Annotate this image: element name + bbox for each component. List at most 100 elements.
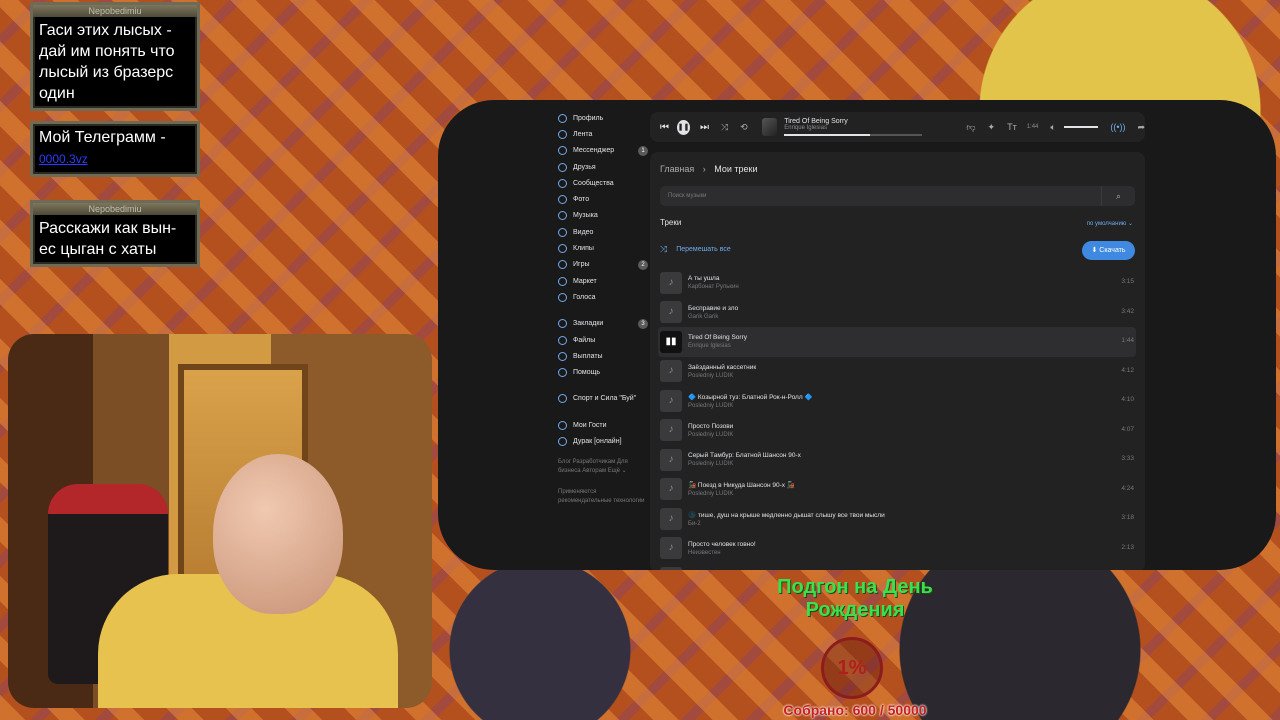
breadcrumb-separator: › xyxy=(702,164,706,174)
chat-text: Мой Телеграмм - xyxy=(39,129,166,146)
sidebar-item[interactable]: Закладки 3 xyxy=(558,316,648,332)
previous-icon[interactable]: ⏮ xyxy=(660,122,669,133)
track-artist[interactable]: Posledniy LUDIK xyxy=(688,491,795,497)
download-button[interactable]: ⬇ Скачать xyxy=(1082,241,1135,260)
playing-icon[interactable]: ▮▮ xyxy=(660,330,682,353)
sidebar-item[interactable]: Видео xyxy=(558,224,648,240)
track-artist[interactable]: Неизвестен xyxy=(688,550,756,556)
sidebar-item[interactable]: Клипы xyxy=(558,240,648,256)
breadcrumb-home[interactable]: Главная xyxy=(660,164,694,174)
track-row[interactable]: ♪ Бесправие и зло Garik Garik 3:42 xyxy=(658,298,1136,328)
sidebar-item-app-durak[interactable]: Дурак [онлайн] xyxy=(558,433,648,449)
player-track-artist[interactable]: Enrique Iglesias xyxy=(784,125,922,131)
sidebar-item[interactable]: Музыка xyxy=(558,208,648,224)
dislike-icon[interactable]: 👎︎ xyxy=(966,122,975,133)
search-icon[interactable]: ⌕ xyxy=(1101,186,1135,206)
track-title[interactable]: Серый Тамбур: Блатной Шансон 90-х xyxy=(688,452,801,459)
volume-slider[interactable] xyxy=(1063,126,1099,128)
sidebar-item[interactable]: Выплаты xyxy=(558,348,648,364)
track-title[interactable]: 🔷 Козырной туз: Блатной Рок-н-Ролл 🔷 xyxy=(688,393,813,401)
track-title[interactable]: 🌑 тише, душ на крыше медленно дышат слыш… xyxy=(688,511,885,519)
music-note-icon[interactable]: ♪ xyxy=(660,478,682,501)
sidebar-item-label: Видео xyxy=(573,228,594,236)
track-artist[interactable]: Posledniy LUDIK xyxy=(688,373,756,379)
next-icon[interactable]: ⏭ xyxy=(700,122,709,133)
chat-link[interactable]: 0000.3vz xyxy=(39,152,88,166)
track-row[interactable]: ♪ 🔷 Козырной туз: Блатной Рок-н-Ролл 🔷 Pos… xyxy=(658,386,1136,416)
track-title[interactable]: А ты ушла xyxy=(688,275,739,282)
track-row[interactable]: ♪ Просто человек говно! Неизвестен 2:13 xyxy=(658,534,1136,564)
track-artist[interactable]: Би-2 xyxy=(688,521,885,527)
track-artist[interactable]: Карбонат Рулькин xyxy=(688,284,739,290)
track-row[interactable]: ♪ 🌑 тише, душ на крыше медленно дышат слы… xyxy=(658,504,1136,534)
sidebar-footer-links[interactable]: Блог Разработчикам Для бизнеса Авторам Е… xyxy=(558,458,648,476)
music-note-icon[interactable]: ♪ xyxy=(660,537,682,560)
progress-bar[interactable] xyxy=(784,134,923,136)
sort-dropdown[interactable]: по умолчанию ⌄ xyxy=(1087,220,1133,227)
sidebar-item[interactable]: Фото xyxy=(558,191,648,207)
sidebar-item[interactable]: Друзья xyxy=(558,159,648,175)
sidebar-item[interactable]: Мессенджер 1 xyxy=(558,143,648,159)
chat-author: Nepobedimiu xyxy=(33,203,197,215)
music-note-icon[interactable]: ♪ xyxy=(660,448,682,471)
music-note-icon[interactable]: ♪ xyxy=(660,360,682,383)
track-row[interactable]: ♪ Просто Позови Posledniy LUDIK 4:07 xyxy=(658,416,1136,446)
sidebar-item[interactable]: Профиль xyxy=(558,110,648,126)
track-row[interactable]: ▮▮ Tired Of Being Sorry Enrique Iglesias 1:… xyxy=(658,327,1136,357)
track-artist[interactable]: Posledniy LUDIK xyxy=(688,403,813,409)
track-artist[interactable]: Posledniy LUDIK xyxy=(688,432,733,438)
track-title[interactable]: Просто Позови xyxy=(688,423,733,430)
music-note-icon[interactable]: ♪ xyxy=(660,507,682,530)
sidebar-item[interactable]: Лента xyxy=(558,126,648,142)
sidebar-item[interactable]: Файлы xyxy=(558,332,648,348)
track-title[interactable]: Просто человек говно! xyxy=(688,541,756,548)
track-title[interactable]: Бесправие и зло xyxy=(688,305,738,312)
shuffle-icon[interactable]: ⤨ xyxy=(721,122,728,133)
sidebar-item-label: Голоса xyxy=(573,293,596,301)
music-note-icon[interactable]: ♪ xyxy=(660,419,682,442)
search-input[interactable]: Поиск музыки ⌕ xyxy=(660,186,1135,206)
sidebar-item[interactable]: Голоса xyxy=(558,289,648,305)
track-row[interactable]: ♪ 🚂 Поезд в Никуда Шансон 90-х 🚂 Posledniy… xyxy=(658,475,1136,505)
music-note-icon[interactable]: ♪ xyxy=(660,389,682,412)
shuffle-all-button[interactable]: ⤨ Перемешать все xyxy=(660,244,731,255)
music-note-icon[interactable]: ♪ xyxy=(660,301,682,324)
track-artist[interactable]: Enrique Iglesias xyxy=(688,343,747,349)
sidebar-item-label: Музыка xyxy=(573,212,598,220)
sidebar-item[interactable]: Игры 2 xyxy=(558,257,648,273)
music-note-icon[interactable]: ♪ xyxy=(660,566,682,570)
track-row[interactable]: ♪ А ты ушла Карбонат Рулькин 3:15 xyxy=(658,268,1136,298)
track-title[interactable]: Tired Of Being Sorry xyxy=(688,334,747,341)
track-row[interactable]: ♪Я не буду ждать тебя [Я не стану ждать … xyxy=(658,563,1136,570)
broadcast-icon[interactable]: ((•)) xyxy=(1110,122,1125,132)
streamer-head xyxy=(213,454,343,614)
text-size-icon[interactable]: Tт xyxy=(1007,122,1017,132)
player-track-title[interactable]: Tired Of Being Sorry xyxy=(784,118,922,125)
menu-icon xyxy=(558,129,567,139)
track-artist[interactable]: Posledniy LUDIK xyxy=(688,461,801,467)
sidebar-item[interactable]: Маркет xyxy=(558,273,648,289)
chat-text: Гаси этих лысых - дай им понять что лысы… xyxy=(39,22,175,102)
track-duration: 2:13 xyxy=(1121,543,1134,551)
sidebar-item[interactable]: Сообщества xyxy=(558,175,648,191)
track-title[interactable]: 🚂 Поезд в Никуда Шансон 90-х 🚂 xyxy=(688,481,795,489)
volume-icon[interactable]: 🔈︎ xyxy=(1050,122,1055,133)
sidebar-item-app-guests[interactable]: Мои Гости xyxy=(558,417,648,433)
track-row[interactable]: ♪ Серый Тамбур: Блатной Шансон 90-х Posled… xyxy=(658,445,1136,475)
menu-icon xyxy=(558,368,567,378)
sparkle-icon[interactable]: ✦ xyxy=(988,122,996,133)
repeat-icon[interactable]: ⟲ xyxy=(740,122,748,133)
sidebar-item-label: Сообщества xyxy=(573,179,614,187)
sidebar: Профиль Лента Мессенджер 1 Друзья Сообщества Ф… xyxy=(558,110,648,506)
sidebar-item-group[interactable]: Спорт и Сила "Буй" xyxy=(558,391,648,407)
track-duration: 3:18 xyxy=(1121,514,1134,521)
menu-icon xyxy=(558,195,567,205)
sidebar-item[interactable]: Помощь xyxy=(558,364,648,380)
music-note-icon[interactable]: ♪ xyxy=(660,271,682,294)
track-row[interactable]: ♪ Заёзданный кассетник Posledniy LUDIK 4:12 xyxy=(658,357,1136,387)
share-icon[interactable]: ➦ xyxy=(1137,122,1145,133)
pause-button[interactable]: ❚❚ xyxy=(677,119,690,135)
track-title[interactable]: Заёзданный кассетник xyxy=(688,364,756,371)
menu-icon xyxy=(558,162,567,172)
track-artist[interactable]: Garik Garik xyxy=(688,314,738,320)
